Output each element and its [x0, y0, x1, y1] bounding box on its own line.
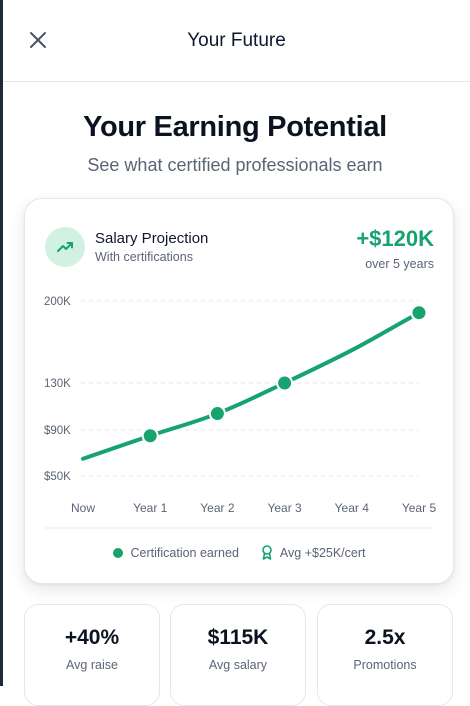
y-tick-label: 130K: [44, 378, 71, 390]
stat-label: Avg salary: [208, 658, 268, 672]
stat-value: +40%: [64, 626, 120, 649]
hero-subtitle: See what certified professionals earn: [87, 155, 383, 175]
certification-point: [141, 427, 159, 445]
stat-card-salary: $115K Avg salary: [170, 604, 306, 706]
award-icon: [261, 545, 273, 560]
page-title: Your Future: [187, 30, 286, 51]
stat-value: $115K: [207, 626, 269, 649]
salary-chart: $50K $90K 130K 200K Now Year 1 Year 2 Year 3 Yea…: [44, 296, 437, 529]
x-tick-label: Year 1: [133, 501, 168, 515]
legend-certification: Certification earned: [112, 545, 239, 560]
chart-legend: Certification earned Avg +$25K/cert: [25, 545, 453, 560]
x-tick-label: Year 3: [267, 501, 302, 515]
stat-value: 2.5x: [364, 626, 406, 649]
certification-point: [276, 374, 294, 392]
x-tick-label: Year 4: [335, 501, 370, 515]
window-edge: [0, 0, 3, 686]
stat-card-raise: +40% Avg raise: [24, 604, 160, 706]
certification-point: [410, 304, 428, 322]
certification-point: [208, 405, 226, 423]
stat-label: Promotions: [353, 658, 417, 672]
legend-certification-label: Certification earned: [130, 545, 239, 560]
x-tick-label: Year 2: [200, 501, 235, 515]
series-line: [81, 310, 421, 461]
y-tick-label: 200K: [44, 296, 71, 308]
y-tick-label: $90K: [44, 425, 71, 437]
x-tick-label: Year 5: [402, 501, 437, 515]
y-tick-label: $50K: [44, 471, 71, 483]
legend-dot-icon: [112, 547, 123, 558]
stat-card-promotions: 2.5x Promotions: [317, 604, 453, 706]
hero-title: Your Earning Potential: [83, 111, 387, 143]
legend-average-label: Avg +$25K/cert: [279, 545, 366, 560]
x-tick-label: Now: [71, 501, 95, 515]
stat-label: Avg raise: [66, 658, 118, 672]
legend-average: Avg +$25K/cert: [261, 545, 366, 560]
top-bar: Your Future: [3, 0, 470, 82]
salary-projection-card: Salary Projection With certifications +$…: [24, 198, 454, 584]
